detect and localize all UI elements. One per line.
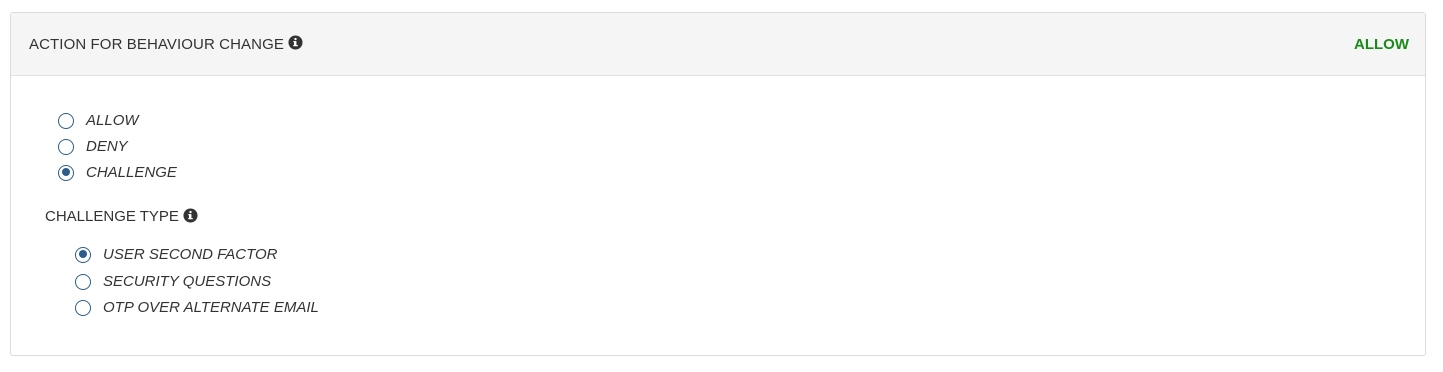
- radio-label: SECURITY QUESTIONS: [103, 273, 272, 290]
- panel-title: ACTION FOR BEHAVIOUR CHANGE: [29, 35, 284, 53]
- behaviour-change-panel: ACTION FOR BEHAVIOUR CHANGE ALLOW ALLOW …: [10, 12, 1426, 356]
- radio-label: DENY: [86, 138, 128, 155]
- radio-label: CHALLENGE: [86, 164, 177, 181]
- radio-label: ALLOW: [86, 112, 139, 129]
- radio-button[interactable]: [75, 273, 91, 290]
- radio-option-challenge[interactable]: CHALLENGE: [58, 164, 177, 181]
- radio-button[interactable]: [58, 164, 74, 181]
- radio-button[interactable]: [75, 299, 91, 316]
- radio-button[interactable]: [58, 138, 74, 155]
- challenge-type-title: CHALLENGE TYPE: [45, 208, 198, 225]
- radio-button[interactable]: [58, 112, 74, 129]
- radio-button[interactable]: [75, 246, 91, 263]
- panel-header[interactable]: ACTION FOR BEHAVIOUR CHANGE ALLOW: [11, 13, 1425, 76]
- status-value: ALLOW: [1354, 35, 1409, 53]
- info-circle-icon[interactable]: [288, 34, 303, 50]
- radio-option-security-questions[interactable]: SECURITY QUESTIONS: [75, 273, 271, 290]
- info-circle-icon[interactable]: [183, 208, 198, 223]
- radio-option-allow[interactable]: ALLOW: [58, 112, 139, 129]
- radio-option-user-second-factor[interactable]: USER SECOND FACTOR: [75, 246, 277, 263]
- radio-option-otp-alternate-email[interactable]: OTP OVER ALTERNATE EMAIL: [75, 299, 319, 316]
- radio-label: USER SECOND FACTOR: [103, 246, 278, 263]
- radio-option-deny[interactable]: DENY: [58, 138, 128, 155]
- radio-label: OTP OVER ALTERNATE EMAIL: [103, 299, 319, 316]
- challenge-type-label: CHALLENGE TYPE: [45, 208, 179, 225]
